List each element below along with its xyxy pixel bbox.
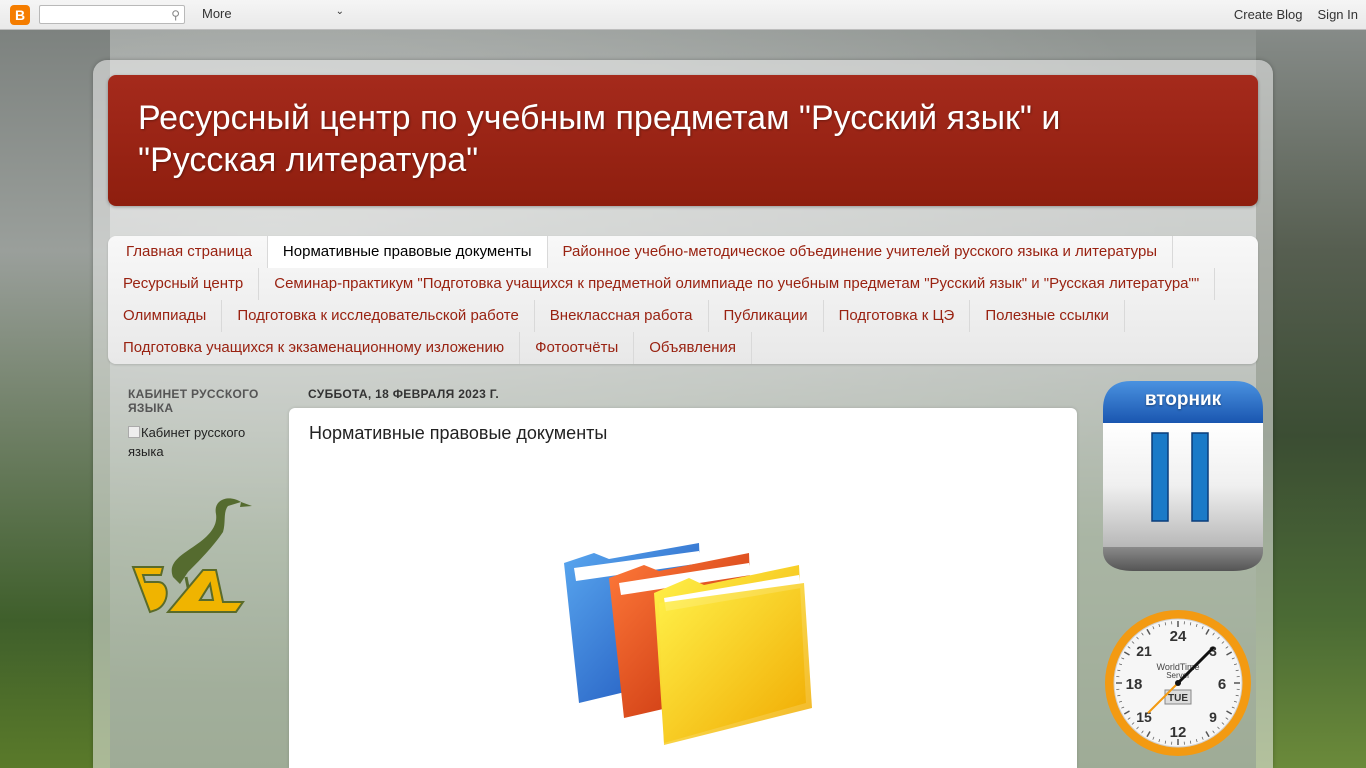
tab-home[interactable]: Главная страница bbox=[108, 236, 268, 268]
tab-research[interactable]: Подготовка к исследовательской работе bbox=[222, 300, 535, 332]
blog-title[interactable]: Ресурсный центр по учебным предметам "Ру… bbox=[138, 97, 1158, 181]
clock-day-label: TUE bbox=[1168, 693, 1188, 704]
create-blog-link[interactable]: Create Blog bbox=[1234, 7, 1303, 22]
page-tabs: Главная страница Нормативные правовые до… bbox=[108, 236, 1258, 364]
world-clock-widget[interactable]: 24 6 12 18 3 9 15 21 WorldTime Server TU… bbox=[1103, 608, 1253, 758]
calendar-weekday: вторник bbox=[1144, 389, 1222, 410]
blogger-logo-icon[interactable]: B bbox=[10, 5, 30, 25]
blog-post: Нормативные правовые документы bbox=[289, 408, 1077, 768]
tab-district-association[interactable]: Районное учебно-методическое объединение… bbox=[548, 236, 1174, 268]
clock-num-9: 9 bbox=[1209, 709, 1217, 725]
tab-normative-docs[interactable]: Нормативные правовые документы bbox=[267, 236, 548, 268]
broken-image-icon bbox=[128, 426, 140, 438]
more-dropdown[interactable]: More ⌄ bbox=[202, 6, 344, 21]
tab-row: Олимпиады Подготовка к исследовательской… bbox=[108, 300, 1125, 332]
calendar-widget: вторник bbox=[1103, 381, 1263, 573]
clock-num-24: 24 bbox=[1170, 628, 1187, 645]
blogger-navbar: B ⚲ More ⌄ Create Blog Sign In bbox=[0, 0, 1366, 30]
tab-resource-center[interactable]: Ресурсный центр bbox=[108, 268, 260, 300]
tab-announcements[interactable]: Объявления bbox=[634, 332, 752, 364]
clock-num-21: 21 bbox=[1136, 643, 1152, 659]
search-input[interactable]: ⚲ bbox=[39, 5, 185, 24]
chevron-down-icon: ⌄ bbox=[335, 6, 344, 17]
tab-ce-prep[interactable]: Подготовка к ЦЭ bbox=[824, 300, 971, 332]
clock-num-12: 12 bbox=[1170, 724, 1187, 741]
date-header: СУББОТА, 18 ФЕВРАЛЯ 2023 Г. bbox=[308, 387, 499, 401]
tab-olympiads[interactable]: Олимпиады bbox=[108, 300, 223, 332]
tab-row: Главная страница Нормативные правовые до… bbox=[108, 236, 1174, 268]
post-title[interactable]: Нормативные правовые документы bbox=[309, 423, 607, 444]
folders-image bbox=[564, 543, 812, 745]
tab-extracurricular[interactable]: Внеклассная работа bbox=[535, 300, 709, 332]
tab-seminar[interactable]: Семинар-практикум "Подготовка учащихся к… bbox=[259, 268, 1216, 300]
heron-logo[interactable] bbox=[128, 492, 252, 620]
search-icon[interactable]: ⚲ bbox=[171, 8, 180, 22]
blog-header: Ресурсный центр по учебным предметам "Ру… bbox=[108, 75, 1258, 206]
cabinet-image-alt: Кабинет русского языка bbox=[128, 425, 246, 459]
clock-num-18: 18 bbox=[1126, 676, 1143, 693]
tab-useful-links[interactable]: Полезные ссылки bbox=[970, 300, 1125, 332]
sign-in-link[interactable]: Sign In bbox=[1318, 7, 1358, 22]
tab-exam-summary[interactable]: Подготовка учащихся к экзаменационному и… bbox=[108, 332, 521, 364]
sidebar-title: КАБИНЕТ РУССКОГО ЯЗЫКА bbox=[128, 387, 259, 415]
more-label: More bbox=[202, 6, 232, 21]
cabinet-image[interactable]: Кабинет русского языка bbox=[128, 423, 268, 461]
tab-photo-reports[interactable]: Фотоотчёты bbox=[520, 332, 635, 364]
clock-num-6: 6 bbox=[1218, 676, 1226, 693]
tab-publications[interactable]: Публикации bbox=[709, 300, 824, 332]
tab-row: Подготовка учащихся к экзаменационному и… bbox=[108, 332, 752, 364]
tab-row: Ресурсный центр Семинар-практикум "Подго… bbox=[108, 268, 1216, 300]
